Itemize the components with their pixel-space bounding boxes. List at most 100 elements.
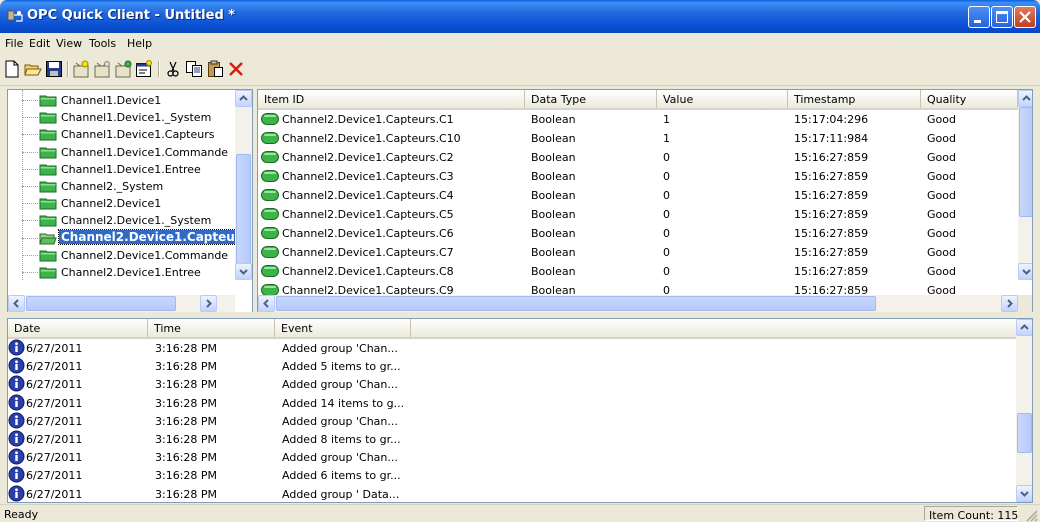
table-row[interactable]: Channel2.Device1.Capteurs.C2 Boolean 0 15:1…: [258, 148, 1018, 167]
column-header-timestamp[interactable]: Timestamp: [788, 90, 921, 108]
column-header-time[interactable]: Time: [148, 319, 275, 337]
open-icon[interactable]: [24, 60, 42, 78]
items-list[interactable]: Item ID Data Type Value Timestamp Qualit…: [257, 89, 1033, 313]
folder-icon: [39, 250, 57, 262]
table-row[interactable]: Channel2.Device1.Capteurs.C5 Boolean 0 15:1…: [258, 205, 1018, 224]
list-item[interactable]: 6/27/2011 3:16:28 PM Added group 'Chan...: [8, 375, 1016, 394]
tree-item[interactable]: Channel1.Device1.Commande: [8, 144, 234, 161]
tree-item[interactable]: Channel2.Device1: [8, 195, 234, 212]
table-row[interactable]: Channel2.Device1.Capteurs.C7 Boolean 0 15:1…: [258, 243, 1018, 262]
column-header-data-type[interactable]: Data Type: [525, 90, 657, 108]
table-row[interactable]: Channel2.Device1.Capteurs.C8 Boolean 0 15:1…: [258, 262, 1018, 281]
new-icon[interactable]: [3, 60, 21, 78]
scroll-thumb[interactable]: [1017, 413, 1032, 453]
tree-item[interactable]: Channel1.Device1: [8, 92, 234, 109]
list-item[interactable]: 6/27/2011 3:16:28 PM Added group 'Chan...: [8, 412, 1016, 431]
tag-icon: [261, 265, 279, 277]
table-row[interactable]: Channel2.Device1.Capteurs.C10 Boolean 1 15:…: [258, 129, 1018, 148]
cell-event: Added group 'Chan...: [282, 414, 398, 428]
log-vertical-scrollbar[interactable]: [1016, 319, 1032, 502]
scroll-left-button[interactable]: [8, 295, 25, 312]
column-header-date[interactable]: Date: [8, 319, 148, 337]
paste-icon[interactable]: [206, 60, 224, 78]
tree-item-label: Channel2.Device1: [61, 197, 162, 211]
group-tree[interactable]: Channel1.Device1 Channel1.Device1._System…: [7, 89, 253, 313]
arrow-up-icon: [1022, 95, 1031, 101]
maximize-button[interactable]: [991, 6, 1013, 28]
tag-icon: [261, 189, 279, 201]
list-item[interactable]: 6/27/2011 3:16:28 PM Added 14 items to g..…: [8, 394, 1016, 413]
scroll-corner: [1018, 295, 1032, 312]
scroll-thumb[interactable]: [236, 154, 251, 264]
menu-tools[interactable]: Tools: [89, 37, 116, 50]
resize-grip-icon[interactable]: [1024, 508, 1038, 522]
new-item-icon[interactable]: [114, 60, 132, 78]
cut-icon[interactable]: [164, 60, 182, 78]
list-item[interactable]: 6/27/2011 3:16:28 PM Added 8 items to gr..…: [8, 430, 1016, 449]
list-item[interactable]: 6/27/2011 3:16:28 PM Added 5 items to gr..…: [8, 357, 1016, 376]
tree-item[interactable]: Channel2._System: [8, 178, 234, 195]
save-icon[interactable]: [45, 60, 63, 78]
new-server-icon[interactable]: [72, 60, 90, 78]
scroll-thumb[interactable]: [26, 296, 176, 311]
table-row[interactable]: Channel2.Device1.Capteurs.C4 Boolean 0 15:1…: [258, 186, 1018, 205]
tree-item-label: Channel2.Device1._System: [61, 214, 212, 228]
list-item[interactable]: 6/27/2011 3:16:28 PM Added group ' Data...: [8, 485, 1016, 502]
copy-icon[interactable]: [185, 60, 203, 78]
cell-timestamp: 15:16:27:859: [794, 170, 869, 183]
list-item[interactable]: 6/27/2011 3:16:28 PM Added 6 items to gr..…: [8, 466, 1016, 485]
list-item[interactable]: 6/27/2011 3:16:28 PM Added group 'Chan...: [8, 448, 1016, 467]
items-vertical-scrollbar[interactable]: [1018, 90, 1032, 280]
tree-item[interactable]: Channel2.Device1._System: [8, 212, 234, 229]
column-header-item-id[interactable]: Item ID: [258, 90, 525, 108]
tree-item[interactable]: Channel1.Device1.Entree: [8, 161, 234, 178]
column-header-event[interactable]: Event: [275, 319, 411, 337]
arrow-down-icon: [1022, 269, 1031, 275]
table-row[interactable]: Channel2.Device1.Capteurs.C3 Boolean 0 15:1…: [258, 167, 1018, 186]
properties-icon[interactable]: [135, 60, 153, 78]
title-bar[interactable]: OPC Quick Client - Untitled *: [0, 0, 1040, 33]
scroll-up-button[interactable]: [1016, 319, 1032, 336]
delete-icon[interactable]: [227, 60, 245, 78]
menu-help[interactable]: Help: [127, 37, 152, 50]
scroll-down-button[interactable]: [235, 263, 252, 280]
scroll-up-button[interactable]: [235, 90, 252, 107]
menu-file[interactable]: File: [5, 37, 23, 50]
column-header-quality[interactable]: Quality: [921, 90, 1018, 108]
tree-item[interactable]: Channel2.Device1.Commande: [8, 247, 234, 264]
tree-item-label: Channel1.Device1: [61, 94, 162, 107]
menu-view[interactable]: View: [56, 37, 82, 50]
tree-horizontal-scrollbar[interactable]: [8, 295, 235, 312]
cell-timestamp: 15:16:27:859: [794, 227, 869, 240]
event-log[interactable]: Date Time Event 6/27/2011 3:16:28 PM Added…: [7, 318, 1033, 503]
scroll-right-button[interactable]: [1001, 295, 1018, 312]
menu-edit[interactable]: Edit: [29, 37, 50, 50]
minimize-button[interactable]: [968, 6, 990, 28]
tree-item[interactable]: Channel2.Device1.Capteurs: [8, 228, 251, 247]
scroll-left-button[interactable]: [258, 295, 275, 312]
close-button[interactable]: [1014, 6, 1036, 28]
table-row[interactable]: Channel2.Device1.Capteurs.C1 Boolean 1 15:1…: [258, 110, 1018, 129]
items-horizontal-scrollbar[interactable]: [258, 295, 1018, 312]
scroll-down-button[interactable]: [1018, 263, 1032, 280]
cell-quality: Good: [927, 170, 956, 183]
tree-vertical-scrollbar[interactable]: [235, 90, 252, 280]
cell-item-id: Channel2.Device1.Capteurs.C7: [282, 246, 454, 259]
scroll-thumb[interactable]: [276, 296, 876, 311]
cell-date: 6/27/2011: [26, 378, 83, 392]
scroll-up-button[interactable]: [1018, 90, 1032, 107]
info-icon: [8, 466, 25, 483]
tree-item[interactable]: Channel1.Device1._System: [8, 109, 234, 126]
scroll-thumb[interactable]: [1019, 107, 1032, 217]
scroll-track[interactable]: [1017, 337, 1032, 485]
table-row[interactable]: Channel2.Device1.Capteurs.C6 Boolean 0 15:1…: [258, 224, 1018, 243]
tree-item[interactable]: Channel1.Device1.Capteurs: [8, 126, 234, 143]
cell-quality: Good: [927, 132, 956, 145]
scroll-right-button[interactable]: [200, 295, 217, 312]
scroll-down-button[interactable]: [1016, 485, 1032, 502]
tree-item[interactable]: Channel2.Device1.Entree: [8, 264, 234, 281]
new-group-icon[interactable]: [93, 60, 111, 78]
column-header-value[interactable]: Value: [657, 90, 788, 108]
list-item[interactable]: 6/27/2011 3:16:28 PM Added group 'Chan...: [8, 339, 1016, 358]
cell-quality: Good: [927, 189, 956, 202]
